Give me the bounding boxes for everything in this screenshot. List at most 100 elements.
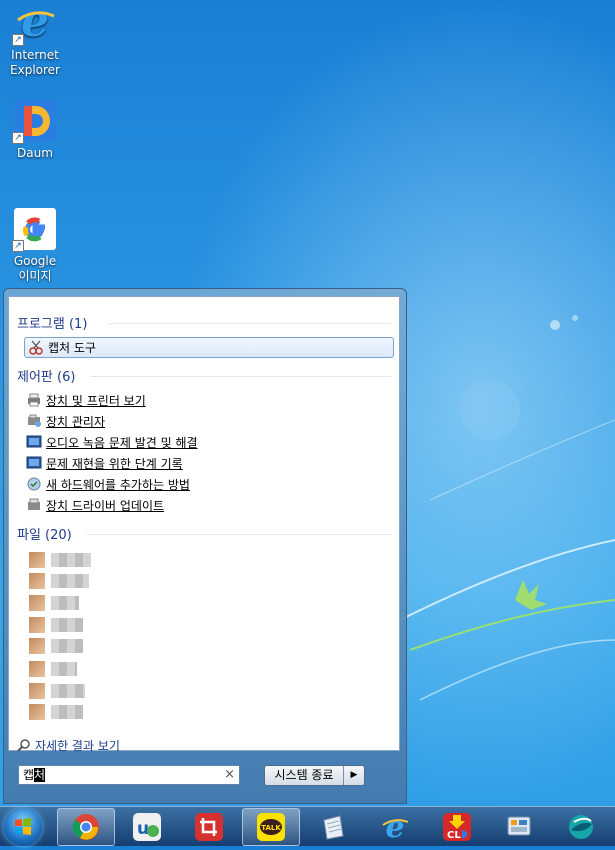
shutdown-button[interactable]: 시스템 종료 xyxy=(265,766,344,785)
control-panel-icon xyxy=(507,816,531,836)
result-update-driver[interactable]: 장치 드라이버 업데이트 xyxy=(26,495,164,515)
svg-text:CL: CL xyxy=(447,830,461,841)
desktop-icon-label: Google xyxy=(13,254,57,268)
desktop-icon-google-images[interactable]: ↗ Google 이미지 xyxy=(0,206,70,284)
result-audio-troubleshoot[interactable]: 오디오 녹음 문제 발견 및 해결 xyxy=(26,432,198,452)
taskbar-kakaotalk[interactable]: TALK xyxy=(242,808,300,846)
desktop-icon-label: 이미지 xyxy=(18,269,52,283)
result-add-hardware[interactable]: 새 하드웨어를 추가하는 방법 xyxy=(26,474,190,494)
desktop-icon-label: Internet xyxy=(11,48,59,62)
troubleshoot-icon xyxy=(26,434,42,450)
ultraedit-icon: u xyxy=(133,813,161,841)
file-thumbnail xyxy=(29,573,45,589)
shortcut-arrow-icon: ↗ xyxy=(12,132,24,144)
kakaotalk-icon: TALK xyxy=(257,813,285,841)
file-name-redacted xyxy=(51,574,89,588)
file-thumbnail xyxy=(29,595,45,611)
clear-search-icon[interactable]: × xyxy=(224,766,235,784)
file-thumbnail xyxy=(29,661,45,677)
desktop-icon-label: Explorer xyxy=(10,63,60,77)
file-thumbnail xyxy=(29,552,45,568)
internet-explorer-icon: e ↗ xyxy=(12,0,58,47)
group-header-files: 파일 (20) xyxy=(17,528,72,543)
file-name-redacted xyxy=(51,596,79,610)
group-header-programs: 프로그램 (1) xyxy=(17,317,88,332)
result-label: 장치 및 프린터 보기 xyxy=(46,393,146,408)
result-file[interactable] xyxy=(29,683,85,702)
internet-explorer-icon: e xyxy=(382,812,409,842)
search-icon xyxy=(17,738,30,752)
result-label: 오디오 녹음 문제 발견 및 해결 xyxy=(46,435,198,450)
result-label: 장치 드라이버 업데이트 xyxy=(46,498,165,513)
google-icon: ↗ xyxy=(12,206,58,252)
result-file[interactable] xyxy=(29,573,89,592)
windows-logo-icon xyxy=(15,818,31,835)
result-device-manager[interactable]: 장치 관리자 xyxy=(26,411,105,431)
taskbar-control-panel[interactable] xyxy=(490,808,548,846)
result-devices-printers[interactable]: 장치 및 프린터 보기 xyxy=(26,390,146,410)
file-thumbnail xyxy=(29,704,45,720)
see-more-results-link[interactable]: 자세한 결과 보기 xyxy=(17,737,120,754)
screenshot-pro-icon xyxy=(195,813,223,841)
clean-shield-icon: CL xyxy=(443,813,471,841)
notepad-icon xyxy=(323,815,344,840)
search-text: 캡 xyxy=(23,768,35,782)
add-hardware-icon xyxy=(26,476,42,492)
taskbar-notepad[interactable] xyxy=(304,808,362,846)
taskbar-clean-shield[interactable]: CL xyxy=(428,808,486,846)
device-manager-icon xyxy=(26,413,42,429)
shutdown-button-group: 시스템 종료 ▶ xyxy=(264,765,365,786)
divider xyxy=(87,534,391,535)
driver-icon xyxy=(26,497,42,513)
file-thumbnail xyxy=(29,638,45,654)
file-name-redacted xyxy=(51,662,77,676)
desktop-icon-internet-explorer[interactable]: e ↗ Internet Explorer xyxy=(0,0,70,78)
printer-icon xyxy=(26,392,42,408)
result-label: 캡처 도구 xyxy=(48,341,96,355)
file-name-redacted xyxy=(51,684,85,698)
result-label: 장치 관리자 xyxy=(46,414,106,429)
file-name-redacted xyxy=(51,618,83,632)
search-results-pane: 프로그램 (1) 캡처 도구 제어판 (6) 장치 및 프린터 보기 장치 관리… xyxy=(8,296,400,754)
daum-icon: ↗ xyxy=(12,98,58,144)
taskbar: u TALK e CL xyxy=(0,806,615,846)
start-button[interactable] xyxy=(4,808,42,846)
svg-text:e: e xyxy=(385,812,404,842)
taskbar-internet-explorer[interactable]: e xyxy=(366,808,424,846)
desktop-icon-label: Daum xyxy=(17,146,53,160)
taskbar-chrome[interactable] xyxy=(57,808,115,846)
file-thumbnail xyxy=(29,683,45,699)
taskbar-browser-globe[interactable] xyxy=(552,808,610,846)
result-steps-recorder[interactable]: 문제 재현을 위한 단계 기록 xyxy=(26,453,183,473)
shortcut-arrow-icon: ↗ xyxy=(12,34,24,46)
start-search-input[interactable]: 캡처 × xyxy=(18,765,240,785)
result-snipping-tool[interactable]: 캡처 도구 xyxy=(24,337,394,358)
divider xyxy=(91,376,391,377)
shutdown-options-arrow-icon[interactable]: ▶ xyxy=(344,766,364,785)
globe-browser-icon xyxy=(569,815,593,839)
file-name-redacted xyxy=(51,639,83,653)
start-menu: 프로그램 (1) 캡처 도구 제어판 (6) 장치 및 프린터 보기 장치 관리… xyxy=(3,288,407,804)
svg-text:TALK: TALK xyxy=(261,824,281,832)
group-header-control-panel: 제어판 (6) xyxy=(17,370,76,385)
divider xyxy=(109,323,391,324)
shortcut-arrow-icon: ↗ xyxy=(12,240,24,252)
troubleshoot-icon xyxy=(26,455,42,471)
file-thumbnail xyxy=(29,617,45,633)
scissors-icon xyxy=(28,340,44,356)
file-name-redacted xyxy=(51,705,83,719)
result-file[interactable] xyxy=(29,595,79,614)
desktop-icon-daum[interactable]: ↗ Daum xyxy=(0,98,70,161)
taskbar-ultraedit[interactable]: u xyxy=(118,808,176,846)
file-name-redacted xyxy=(51,553,91,567)
search-text-selected: 처 xyxy=(34,768,46,782)
result-file[interactable] xyxy=(29,552,91,571)
result-label: 새 하드웨어를 추가하는 방법 xyxy=(46,477,190,492)
chrome-icon xyxy=(72,814,99,840)
result-file[interactable] xyxy=(29,617,83,636)
result-file[interactable] xyxy=(29,704,83,723)
taskbar-screenshot-pro[interactable] xyxy=(180,808,238,846)
result-file[interactable] xyxy=(29,661,77,680)
see-more-results-label: 자세한 결과 보기 xyxy=(35,739,120,753)
result-file[interactable] xyxy=(29,638,83,657)
